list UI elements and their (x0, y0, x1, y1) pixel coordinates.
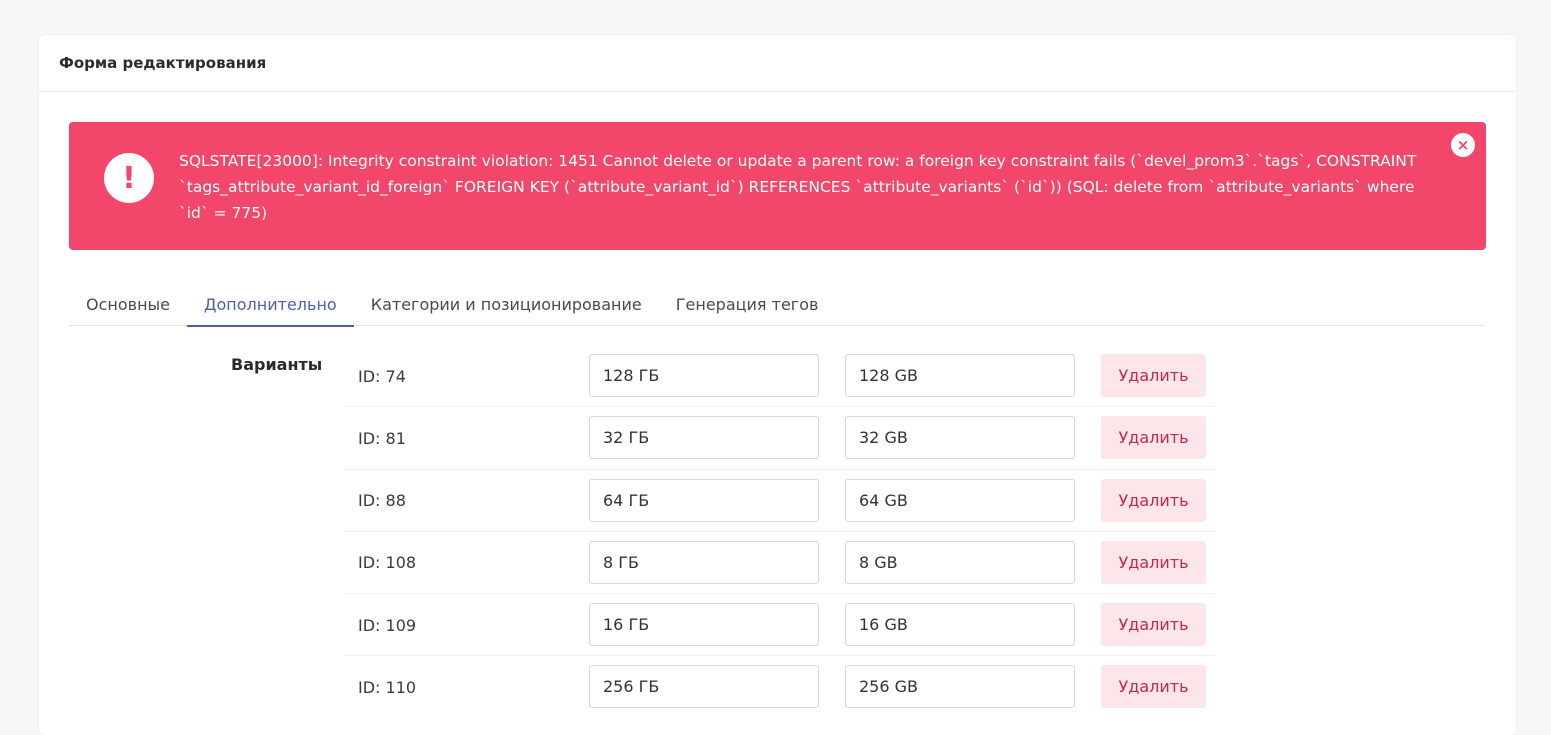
variant-id: ID: 110 (358, 677, 417, 697)
variant-name-ru-input[interactable] (589, 478, 819, 522)
tab-bar: Основные Дополнительно Категории и позиц… (69, 283, 1486, 327)
tab-tag-generation[interactable]: Генерация тегов (659, 283, 836, 326)
error-message: SQLSTATE[23000]: Integrity constraint vi… (179, 152, 1417, 222)
edit-form-card: Форма редактирования ! SQLSTATE[23000]: … (39, 35, 1516, 735)
variant-row: ID: 81 Удалить (344, 407, 1215, 470)
variant-row: ID: 74 Удалить (344, 345, 1215, 408)
variants-label: Варианты (231, 355, 323, 374)
variant-name-ru-input[interactable] (589, 603, 819, 647)
variant-row: ID: 88 Удалить (344, 470, 1215, 532)
variants-list: ID: 74 Удалить ID: 81 Удалить ID: 88 Уда… (344, 345, 1215, 719)
card-title: Форма редактирования (59, 54, 267, 72)
variant-id: ID: 81 (358, 428, 406, 448)
delete-button[interactable]: Удалить (1101, 416, 1206, 460)
delete-button[interactable]: Удалить (1101, 665, 1206, 709)
delete-button[interactable]: Удалить (1101, 540, 1206, 584)
variant-name-en-input[interactable] (845, 665, 1075, 709)
error-alert: ! SQLSTATE[23000]: Integrity constraint … (69, 122, 1486, 250)
tab-main[interactable]: Основные (69, 283, 187, 326)
variant-id: ID: 108 (358, 553, 417, 573)
variant-id: ID: 74 (358, 366, 406, 386)
card-header: Форма редактирования (39, 35, 1516, 92)
variant-name-en-input[interactable] (845, 603, 1075, 647)
variant-row: ID: 108 Удалить (344, 532, 1215, 595)
variant-row: ID: 110 Удалить (344, 656, 1215, 718)
variant-name-en-input[interactable] (845, 540, 1075, 584)
variant-name-ru-input[interactable] (589, 416, 819, 460)
delete-button[interactable]: Удалить (1101, 354, 1206, 397)
variant-name-en-input[interactable] (845, 478, 1075, 522)
variant-name-en-input[interactable] (845, 354, 1075, 397)
exclamation-icon: ! (104, 153, 154, 203)
variant-name-ru-input[interactable] (589, 540, 819, 584)
variant-id: ID: 88 (358, 491, 406, 511)
variant-name-en-input[interactable] (845, 416, 1075, 460)
variant-name-ru-input[interactable] (589, 665, 819, 709)
variant-id: ID: 109 (358, 615, 417, 635)
delete-button[interactable]: Удалить (1101, 478, 1206, 522)
variant-row: ID: 109 Удалить (344, 594, 1215, 657)
delete-button[interactable]: Удалить (1101, 603, 1206, 647)
tab-categories[interactable]: Категории и позиционирование (354, 283, 659, 326)
tab-additional[interactable]: Дополнительно (187, 283, 354, 327)
variant-name-ru-input[interactable] (589, 354, 819, 397)
close-icon[interactable]: × (1451, 133, 1475, 157)
